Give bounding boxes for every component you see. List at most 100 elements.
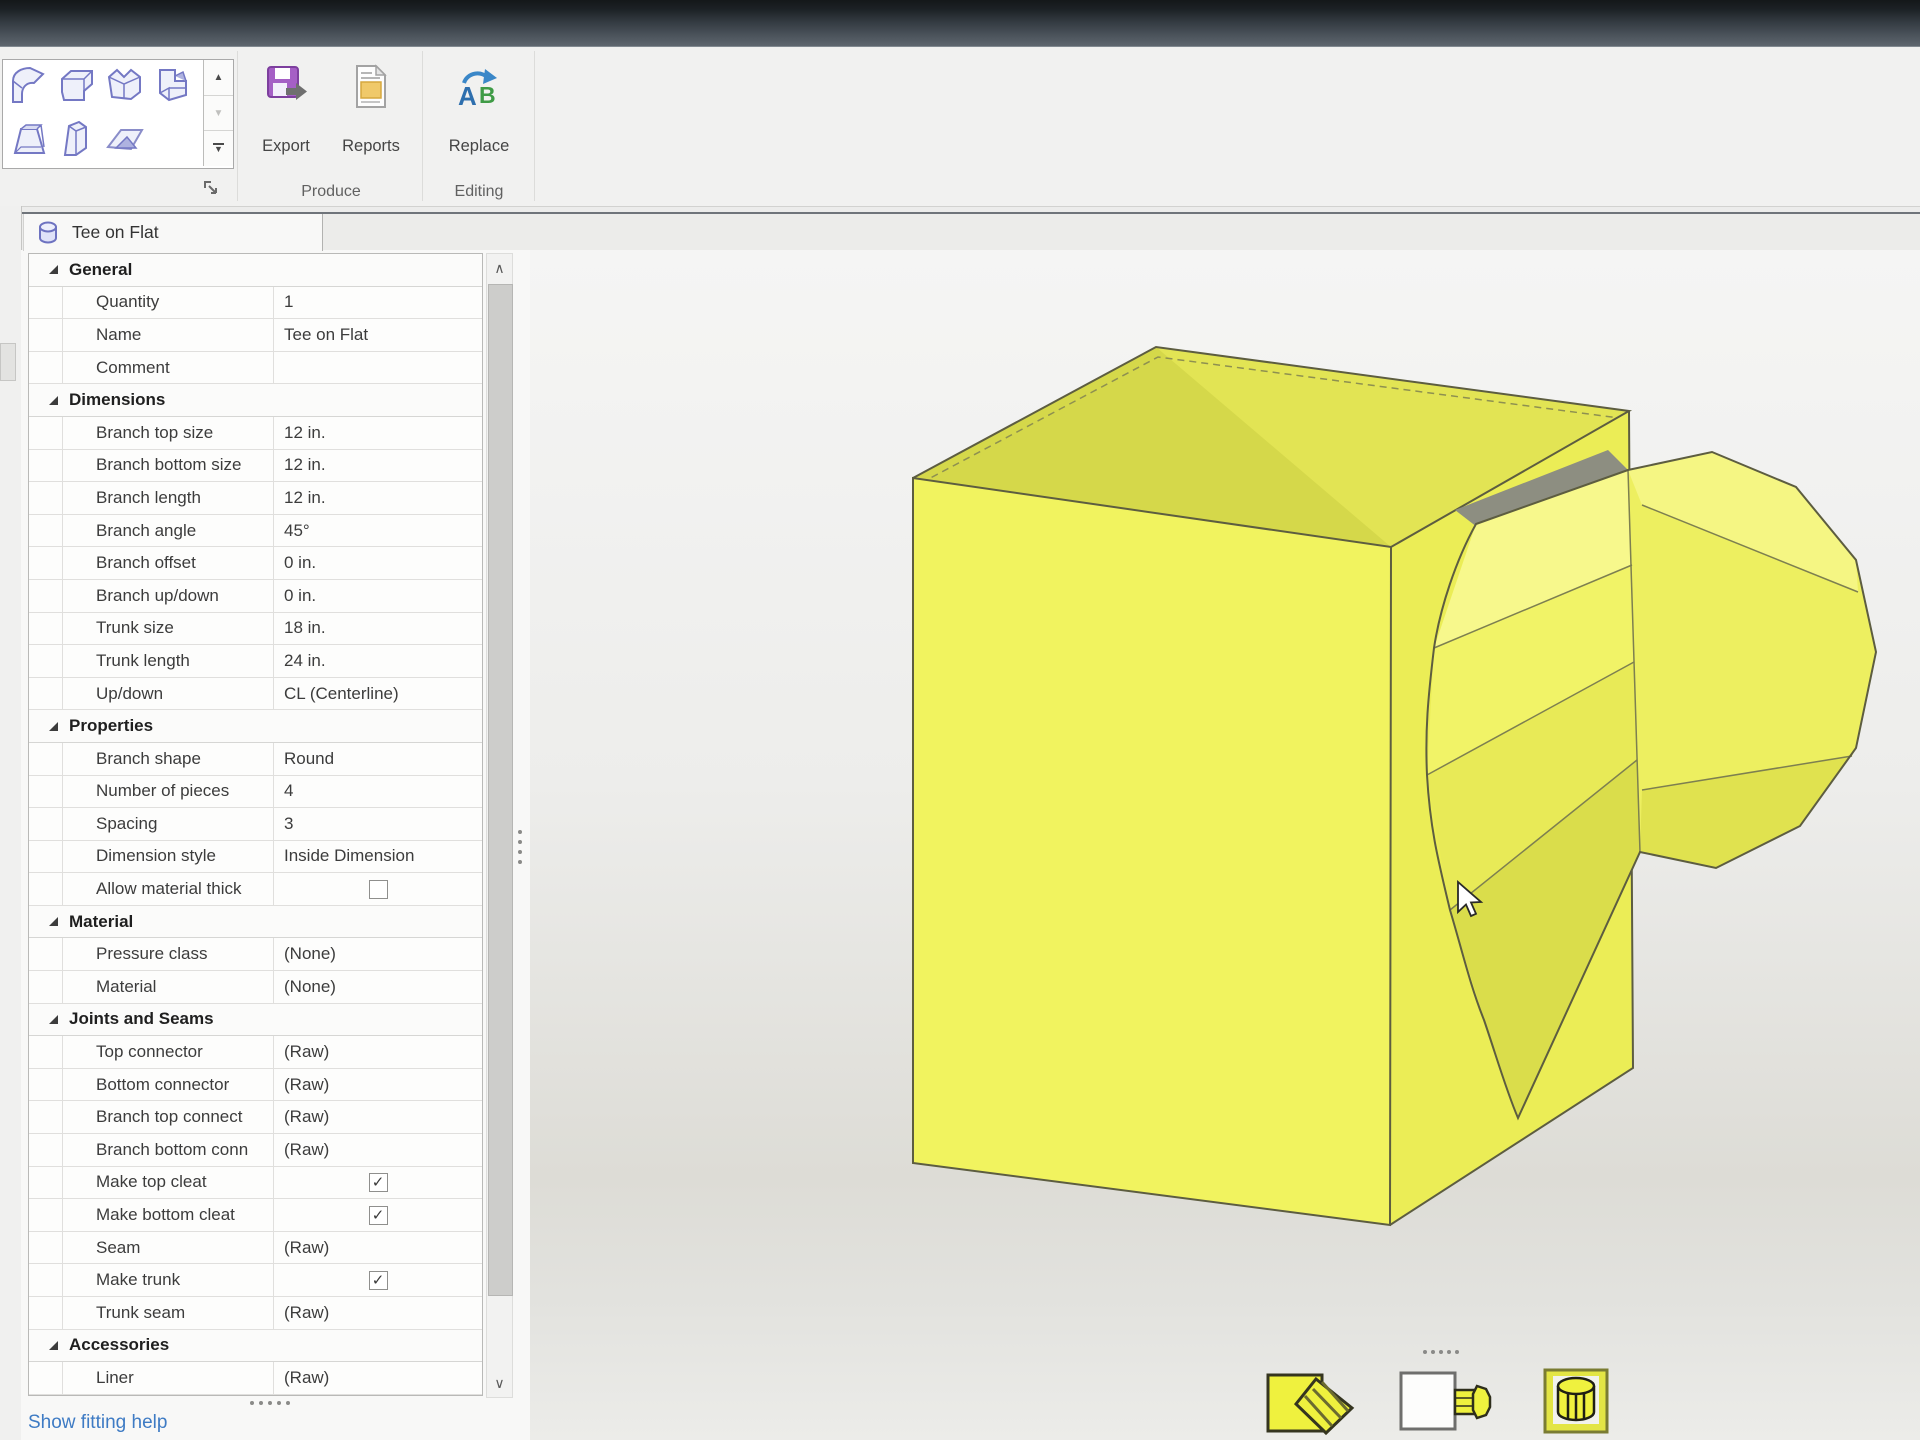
fitting-thumbnail-notched[interactable] xyxy=(101,60,149,112)
scroll-down-icon[interactable]: ∨ xyxy=(487,1369,512,1397)
property-value[interactable]: Inside Dimension xyxy=(274,841,482,873)
window-titlebar[interactable] xyxy=(0,0,1920,47)
property-label: Branch shape xyxy=(63,743,274,775)
section-header-properties[interactable]: Properties xyxy=(29,710,482,743)
property-value[interactable]: (Raw) xyxy=(274,1101,482,1133)
gallery-scroll-down-icon[interactable]: ▼ xyxy=(204,96,233,132)
fitting-thumbnail-hopper[interactable] xyxy=(5,113,53,165)
property-value[interactable]: 0 in. xyxy=(274,580,482,612)
property-value[interactable]: 18 in. xyxy=(274,613,482,645)
property-value[interactable]: CL (Centerline) xyxy=(274,678,482,710)
property-row-pressure-class: Pressure class(None) xyxy=(29,938,482,971)
left-collapsed-panel[interactable] xyxy=(0,206,22,1440)
property-label: Liner xyxy=(63,1362,274,1394)
checkbox-checked[interactable]: ✓ xyxy=(369,1206,388,1225)
fitting-thumbnail-branch[interactable] xyxy=(149,60,197,112)
property-row-seam: Seam(Raw) xyxy=(29,1232,482,1265)
dialog-launcher-icon[interactable] xyxy=(203,180,220,197)
section-header-general[interactable]: General xyxy=(29,254,482,287)
thumbnail-wireframe-tee-view[interactable] xyxy=(1401,1373,1490,1429)
scrollbar-thumb[interactable] xyxy=(488,284,513,1296)
fitting-thumbnail-flat-panel[interactable] xyxy=(101,113,149,165)
section-expander-icon[interactable] xyxy=(49,1015,58,1024)
property-value[interactable]: Round xyxy=(274,743,482,775)
property-label: Make top cleat xyxy=(63,1167,274,1199)
property-value[interactable]: (None) xyxy=(274,938,482,970)
fitting-thumbnail-offset[interactable] xyxy=(53,60,101,112)
section-expander-icon[interactable] xyxy=(49,396,58,405)
section-title: General xyxy=(69,260,132,280)
scroll-up-icon[interactable]: ∧ xyxy=(487,254,512,282)
panel-splitter-handle[interactable] xyxy=(518,830,522,864)
property-value[interactable]: (Raw) xyxy=(274,1069,482,1101)
checkbox-unchecked[interactable] xyxy=(369,880,388,899)
property-row-number-of-pieces: Number of pieces4 xyxy=(29,776,482,809)
section-header-accessories[interactable]: Accessories xyxy=(29,1330,482,1363)
property-row-allow-material-thick: Allow material thick xyxy=(29,873,482,906)
row-gutter xyxy=(29,873,63,905)
property-label: Branch up/down xyxy=(63,580,274,612)
property-value[interactable]: (None) xyxy=(274,971,482,1003)
property-value[interactable]: 3 xyxy=(274,808,482,840)
section-header-joints-and-seams[interactable]: Joints and Seams xyxy=(29,1004,482,1037)
section-expander-icon[interactable] xyxy=(49,917,58,926)
property-row-up-down: Up/downCL (Centerline) xyxy=(29,678,482,711)
property-row-branch-length: Branch length12 in. xyxy=(29,482,482,515)
grid-splitter-handle[interactable] xyxy=(250,1401,290,1405)
property-label: Comment xyxy=(63,352,274,384)
property-label: Branch top connect xyxy=(63,1101,274,1133)
thumbnail-top-connector-view[interactable] xyxy=(1545,1370,1607,1432)
viewport-splitter-dots[interactable] xyxy=(1423,1350,1459,1354)
application-window: ▲ ▼ ▼ Export xyxy=(0,0,1920,1440)
replace-button[interactable]: A B Replace xyxy=(434,55,524,175)
property-value[interactable]: (Raw) xyxy=(274,1036,482,1068)
property-label: Bottom connector xyxy=(63,1069,274,1101)
property-value[interactable] xyxy=(274,352,482,384)
property-value[interactable]: (Raw) xyxy=(274,1134,482,1166)
property-value[interactable]: (Raw) xyxy=(274,1232,482,1264)
property-value[interactable]: Tee on Flat xyxy=(274,319,482,351)
thumbnail-filled-tee-view[interactable] xyxy=(1268,1375,1352,1433)
property-value[interactable]: ✓ xyxy=(274,1167,482,1199)
section-header-dimensions[interactable]: Dimensions xyxy=(29,384,482,417)
reports-button[interactable]: Reports xyxy=(328,55,414,175)
show-fitting-help-link[interactable]: Show fitting help xyxy=(28,1412,167,1434)
fitting-thumbnail-quarter-elbow[interactable] xyxy=(5,60,53,112)
property-label: Branch top size xyxy=(63,417,274,449)
property-value[interactable]: 12 in. xyxy=(274,482,482,514)
gallery-scroll-up-icon[interactable]: ▲ xyxy=(204,60,233,96)
property-value[interactable]: (Raw) xyxy=(274,1362,482,1394)
section-expander-icon[interactable] xyxy=(49,265,58,274)
property-row-trunk-size: Trunk size18 in. xyxy=(29,613,482,646)
property-row-material: Material(None) xyxy=(29,971,482,1004)
property-value[interactable]: 1 xyxy=(274,287,482,319)
replace-icon: A B xyxy=(456,63,502,116)
section-expander-icon[interactable] xyxy=(49,722,58,731)
section-title: Accessories xyxy=(69,1335,169,1355)
panel-scrollbar[interactable]: ∧ ∨ xyxy=(486,253,513,1398)
section-expander-icon[interactable] xyxy=(49,1341,58,1350)
property-value[interactable]: 4 xyxy=(274,776,482,808)
left-panel-grip[interactable] xyxy=(0,343,16,381)
property-value[interactable]: (Raw) xyxy=(274,1297,482,1329)
property-value[interactable]: 12 in. xyxy=(274,450,482,482)
gallery-more-icon[interactable]: ▼ xyxy=(204,131,233,166)
property-value[interactable]: ✓ xyxy=(274,1264,482,1296)
property-row-branch-angle: Branch angle45° xyxy=(29,515,482,548)
3d-viewport[interactable] xyxy=(530,250,1920,1440)
property-value[interactable]: 12 in. xyxy=(274,417,482,449)
property-value[interactable]: ✓ xyxy=(274,1199,482,1231)
property-row-trunk-seam: Trunk seam(Raw) xyxy=(29,1297,482,1330)
reports-label: Reports xyxy=(328,137,414,156)
tab-tee-on-flat[interactable]: Tee on Flat xyxy=(23,214,323,251)
row-gutter xyxy=(29,352,63,384)
property-value[interactable]: 0 in. xyxy=(274,547,482,579)
property-value[interactable] xyxy=(274,873,482,905)
property-value[interactable]: 24 in. xyxy=(274,645,482,677)
property-value[interactable]: 45° xyxy=(274,515,482,547)
export-button[interactable]: Export xyxy=(246,55,326,175)
fitting-thumbnail-transition[interactable] xyxy=(53,113,101,165)
section-header-material[interactable]: Material xyxy=(29,906,482,939)
checkbox-checked[interactable]: ✓ xyxy=(369,1173,388,1192)
checkbox-checked[interactable]: ✓ xyxy=(369,1271,388,1290)
